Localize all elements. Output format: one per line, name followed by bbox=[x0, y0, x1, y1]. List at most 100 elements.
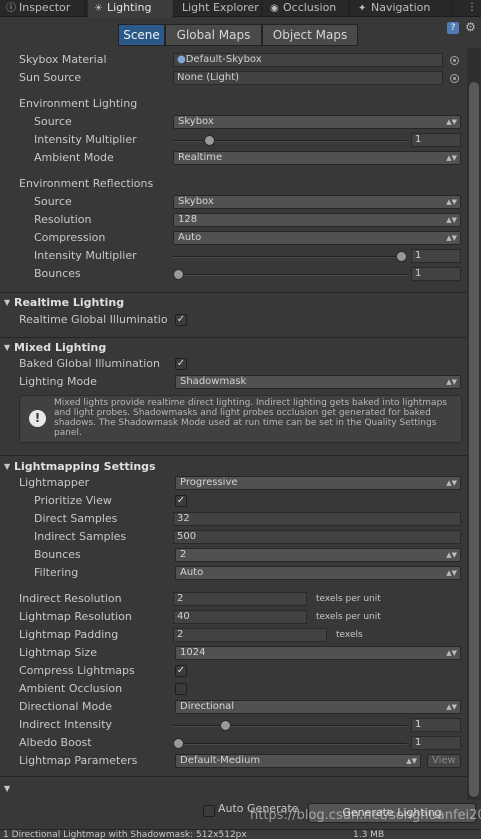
lightmap-resolution-label: Lightmap Resolution bbox=[19, 610, 132, 623]
segment-scene[interactable]: Scene bbox=[118, 24, 165, 46]
section-title: Mixed Lighting bbox=[14, 341, 107, 354]
compression-dropdown[interactable]: Auto ▲▼ bbox=[173, 231, 461, 245]
mixed-lighting-header[interactable]: ▼ Mixed Lighting bbox=[0, 339, 467, 357]
section-divider bbox=[0, 337, 467, 338]
env-source-label: Source bbox=[34, 115, 72, 128]
dropdown-value: 1024 bbox=[180, 647, 206, 658]
dropdown-value: Progressive bbox=[180, 477, 238, 488]
lm-bounces-dropdown[interactable]: 2 ▲▼ bbox=[175, 548, 461, 562]
indirect-intensity-slider[interactable] bbox=[173, 725, 407, 727]
ambient-mode-label: Ambient Mode bbox=[34, 151, 114, 164]
lightmap-padding-input[interactable]: 2 bbox=[173, 628, 327, 642]
lightmap-parameters-dropdown[interactable]: Default-Medium ▲▼ bbox=[175, 754, 421, 768]
compress-lightmaps-checkbox[interactable]: ✓ bbox=[175, 665, 187, 677]
scrollbar-thumb[interactable] bbox=[469, 82, 479, 797]
tab-light-explorer[interactable]: Light Explorer bbox=[176, 0, 262, 17]
tab-navigation[interactable]: ✦ Navigation bbox=[352, 0, 452, 17]
resolution-dropdown[interactable]: 128 ▲▼ bbox=[173, 213, 461, 227]
indirect-intensity-label: Indirect Intensity bbox=[19, 718, 113, 731]
env-source-dropdown[interactable]: Skybox ▲▼ bbox=[173, 115, 461, 129]
foldout-arrow-icon: ▼ bbox=[4, 343, 11, 352]
dropdown-arrow-icon: ▲▼ bbox=[446, 198, 457, 206]
ambient-occlusion-checkbox[interactable] bbox=[175, 683, 187, 695]
refl-intensity-thumb[interactable] bbox=[396, 251, 407, 262]
realtime-gi-label: Realtime Global Illuminatio bbox=[19, 313, 168, 326]
lightmapping-settings-header[interactable]: ▼ Lightmapping Settings bbox=[0, 458, 467, 476]
lightmapper-dropdown[interactable]: Progressive ▲▼ bbox=[175, 476, 461, 490]
segment-object-maps[interactable]: Object Maps bbox=[262, 24, 358, 46]
tab-inspector[interactable]: ⓘ Inspector bbox=[0, 0, 86, 17]
refl-intensity-slider[interactable] bbox=[173, 256, 407, 258]
segment-global-maps[interactable]: Global Maps bbox=[165, 24, 262, 46]
lighting-mode-dropdown[interactable]: Shadowmask ▲▼ bbox=[175, 375, 461, 389]
lightmap-size-dropdown[interactable]: 1024 ▲▼ bbox=[175, 646, 461, 660]
intensity-multiplier-thumb[interactable] bbox=[204, 135, 216, 146]
tab-label: Lighting bbox=[107, 1, 152, 14]
realtime-lighting-header[interactable]: ▼ Realtime Lighting bbox=[0, 294, 467, 312]
texels-label: texels bbox=[336, 630, 363, 640]
albedo-boost-thumb[interactable] bbox=[173, 738, 184, 749]
status-bar: 1 Directional Lightmap with Shadowmask: … bbox=[0, 829, 481, 839]
dropdown-arrow-icon: ▲▼ bbox=[446, 118, 457, 126]
gear-icon[interactable]: ⚙ bbox=[464, 20, 477, 34]
intensity-multiplier-input[interactable]: 1 bbox=[411, 133, 461, 147]
help-icon[interactable]: ? bbox=[447, 22, 459, 34]
prioritize-view-checkbox[interactable]: ✓ bbox=[175, 495, 187, 507]
dropdown-value: Skybox bbox=[178, 116, 214, 127]
albedo-boost-input[interactable]: 1 bbox=[411, 736, 461, 750]
direct-samples-label: Direct Samples bbox=[34, 512, 118, 525]
dropdown-arrow-icon: ▲▼ bbox=[446, 378, 457, 386]
refl-source-dropdown[interactable]: Skybox ▲▼ bbox=[173, 195, 461, 209]
refl-intensity-input[interactable]: 1 bbox=[411, 249, 461, 263]
sun-source-field[interactable]: None (Light) bbox=[173, 71, 443, 85]
dropdown-value: 128 bbox=[178, 214, 198, 225]
filtering-dropdown[interactable]: Auto ▲▼ bbox=[175, 566, 461, 580]
foldout-arrow-icon: ▼ bbox=[4, 298, 11, 307]
info-icon: ! bbox=[29, 410, 46, 427]
bounces-label: Bounces bbox=[34, 267, 81, 280]
indirect-resolution-label: Indirect Resolution bbox=[19, 592, 122, 605]
lightmap-size-label: Lightmap Size bbox=[19, 646, 97, 659]
tab-lighting[interactable]: ☀ Lighting bbox=[88, 0, 174, 18]
compression-label: Compression bbox=[34, 231, 106, 244]
section-divider bbox=[0, 776, 467, 777]
indirect-resolution-input[interactable]: 2 bbox=[173, 592, 307, 606]
eye-icon: ◉ bbox=[270, 3, 279, 14]
realtime-gi-checkbox[interactable]: ✓ bbox=[175, 314, 187, 326]
section-divider bbox=[0, 292, 467, 293]
tab-label: Navigation bbox=[371, 1, 431, 14]
tab-label: Occlusion bbox=[283, 1, 337, 14]
bounces-input[interactable]: 1 bbox=[411, 267, 461, 281]
dropdown-value: Shadowmask bbox=[180, 376, 247, 387]
dropdown-value: Auto bbox=[178, 232, 202, 243]
indirect-intensity-input[interactable]: 1 bbox=[411, 718, 461, 732]
skybox-material-field[interactable]: ●Default-Skybox bbox=[173, 53, 443, 67]
indirect-intensity-thumb[interactable] bbox=[219, 720, 231, 731]
tab-occlusion[interactable]: ◉ Occlusion bbox=[264, 0, 350, 17]
prioritize-view-label: Prioritize View bbox=[34, 494, 112, 507]
lightmap-resolution-input[interactable]: 40 bbox=[173, 610, 307, 624]
albedo-boost-slider[interactable] bbox=[173, 743, 407, 745]
object-picker-icon[interactable] bbox=[450, 56, 459, 65]
compress-lightmaps-label: Compress Lightmaps bbox=[19, 664, 135, 677]
ambient-mode-dropdown[interactable]: Realtime ▲▼ bbox=[173, 151, 461, 165]
baked-gi-checkbox[interactable]: ✓ bbox=[175, 358, 187, 370]
intensity-multiplier-label: Intensity Multiplier bbox=[34, 133, 137, 146]
direct-samples-input[interactable]: 32 bbox=[173, 512, 461, 526]
dropdown-arrow-icon: ▲▼ bbox=[446, 216, 457, 224]
auto-generate-checkbox[interactable] bbox=[203, 805, 215, 817]
directional-mode-dropdown[interactable]: Directional ▲▼ bbox=[175, 700, 461, 714]
bounces-slider[interactable] bbox=[173, 274, 407, 276]
info-icon: ⓘ bbox=[6, 3, 16, 14]
bounces-thumb[interactable] bbox=[173, 269, 184, 280]
indirect-samples-input[interactable]: 500 bbox=[173, 530, 461, 544]
section-divider bbox=[0, 455, 467, 456]
object-picker-icon[interactable] bbox=[450, 74, 459, 83]
dropdown-arrow-icon: ▲▼ bbox=[446, 649, 457, 657]
checkmark-icon: ✓ bbox=[176, 665, 186, 676]
view-button[interactable]: View bbox=[427, 754, 461, 768]
tab-menu-icon[interactable]: ⋮ bbox=[465, 0, 479, 17]
other-settings-header[interactable]: ▼ bbox=[0, 780, 467, 798]
status-size: 1.3 MB bbox=[353, 830, 385, 839]
dropdown-value: Auto bbox=[180, 567, 204, 578]
